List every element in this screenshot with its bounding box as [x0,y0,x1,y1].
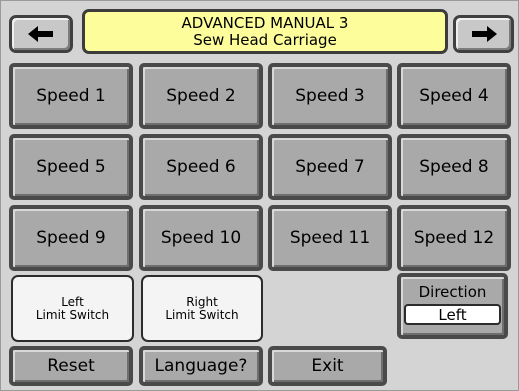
button-label: Speed 2 [166,86,236,106]
speed-6-button[interactable]: Speed 6 [139,134,263,200]
speed-5-button[interactable]: Speed 5 [9,134,133,200]
speed-2-button[interactable]: Speed 2 [139,63,263,129]
right-limit-label-line1: Right [186,294,218,309]
prev-page-button[interactable] [9,15,73,53]
right-limit-label-line2: Limit Switch [165,307,239,322]
button-label: Speed 5 [36,157,106,177]
button-label: Speed 1 [36,86,106,106]
speed-11-button[interactable]: Speed 11 [268,205,392,271]
button-label: Speed 12 [413,228,495,248]
page-header: ADVANCED MANUAL 3 Sew Head Carriage [82,9,448,54]
page-subtitle: Sew Head Carriage [193,30,337,49]
button-label: Speed 6 [166,157,236,177]
speed-8-button[interactable]: Speed 8 [397,134,511,200]
right-arrow-icon [471,26,497,42]
speed-4-button[interactable]: Speed 4 [397,63,511,129]
left-limit-switch-button[interactable]: Left Limit Switch [11,275,134,342]
button-label: Speed 9 [36,228,106,248]
speed-10-button[interactable]: Speed 10 [139,205,263,271]
exit-button[interactable]: Exit [268,346,387,386]
direction-button[interactable]: Direction Left [397,273,508,339]
button-label: Speed 10 [160,228,242,248]
button-label: Exit [311,356,344,376]
speed-7-button[interactable]: Speed 7 [268,134,392,200]
speed-12-button[interactable]: Speed 12 [397,205,511,271]
next-page-button[interactable] [453,15,514,53]
speed-1-button[interactable]: Speed 1 [9,63,133,129]
right-limit-switch-button[interactable]: Right Limit Switch [141,275,263,342]
speed-3-button[interactable]: Speed 3 [268,63,392,129]
button-label: Speed 3 [295,86,365,106]
left-limit-label-line1: Left [61,294,84,309]
reset-button[interactable]: Reset [9,346,133,386]
button-label: Reset [47,356,95,376]
language-button[interactable]: Language? [139,346,263,386]
button-label: Speed 7 [295,157,365,177]
button-label: Language? [154,356,248,376]
button-label: Speed 4 [419,86,489,106]
button-label: Speed 11 [289,228,371,248]
speed-9-button[interactable]: Speed 9 [9,205,133,271]
left-arrow-icon [28,26,53,42]
left-limit-label-line2: Limit Switch [35,307,110,322]
hmi-screen: ADVANCED MANUAL 3 Sew Head Carriage Spee… [0,0,519,391]
direction-value: Left [404,304,501,325]
button-label: Speed 8 [419,157,489,177]
page-title: ADVANCED MANUAL 3 [181,13,349,32]
direction-label: Direction [418,283,487,301]
